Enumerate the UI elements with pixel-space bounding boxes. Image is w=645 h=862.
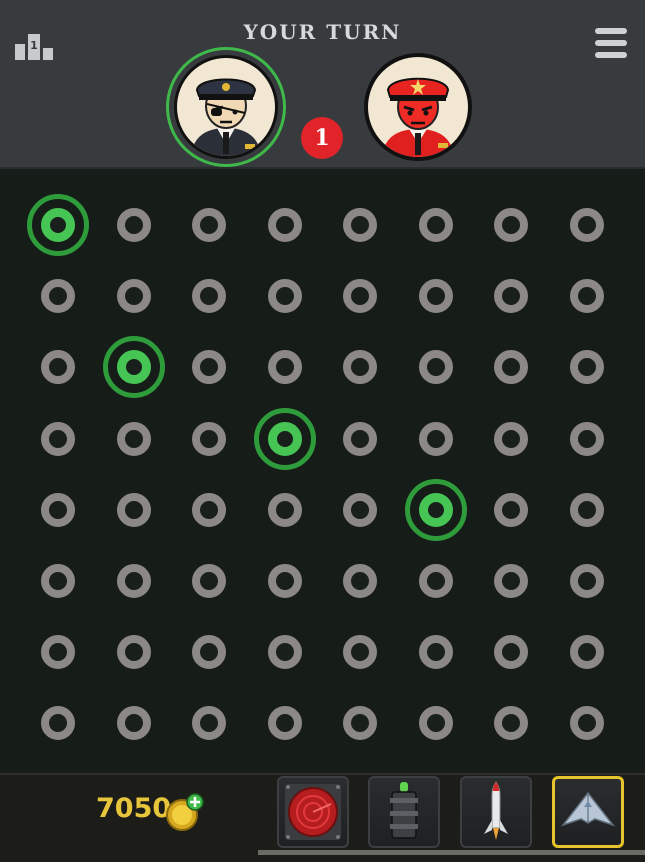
peg-hole [569,492,604,527]
stealth-jet-icon [560,791,616,827]
peg-hole [267,635,302,670]
peg-hole [343,706,377,741]
peg-hole [569,208,604,242]
peg-hole [41,492,75,527]
peg-hole [418,706,453,741]
hit-peg [116,350,151,385]
peg-hole [116,706,151,741]
hit-peg [418,492,453,527]
peg-hole [192,706,226,741]
peg-hole [569,421,604,456]
peg-hole [494,350,528,385]
peg-hole [267,208,302,242]
peg-hole [494,635,528,670]
hit-peg [267,421,302,456]
red-general-icon [382,77,454,157]
peg-hole [494,208,528,242]
hit-peg [41,208,75,242]
opponent-avatar [364,53,472,161]
peg-hole [569,279,604,314]
radar-sonar-button[interactable] [277,776,349,848]
peg-hole [116,279,151,314]
peg-hole [267,492,302,527]
peg-hole [41,564,75,598]
toolbar-scrollbar[interactable] [258,850,645,855]
navy-captain-eyepatch-icon [191,78,261,156]
peg-hole [494,492,528,527]
stealth-jet-button[interactable] [552,776,624,848]
peg-hole [116,635,151,670]
peg-hole [343,421,377,456]
missile-button[interactable] [460,776,532,848]
peg-hole [343,350,377,385]
peg-hole [116,208,151,242]
peg-hole [494,564,528,598]
peg-hole [116,564,151,598]
coin-balance: 7050 [96,793,172,824]
peg-hole [343,279,377,314]
peg-hole [192,350,226,385]
peg-hole [418,635,453,670]
peg-hole [343,635,377,670]
missile-icon [484,781,508,840]
top-bar: 1 YOUR TURN 1 [0,0,645,169]
peg-hole [569,350,604,385]
peg-hole [569,706,604,741]
peg-hole [418,350,453,385]
peg-hole [343,208,377,242]
peg-hole [267,706,302,741]
peg-hole [192,279,226,314]
peg-hole [494,706,528,741]
peg-hole [116,492,151,527]
peg-hole [343,492,377,527]
peg-hole [41,706,75,741]
gold-coin-plus-icon[interactable] [165,793,205,833]
turn-label: YOUR TURN [243,20,402,44]
peg-hole [267,279,302,314]
peg-hole [192,208,226,242]
depth-charge-button[interactable] [368,776,440,848]
peg-hole [569,635,604,670]
peg-hole [41,421,75,456]
depth-charge-icon [390,782,418,839]
peg-hole [192,635,226,670]
peg-hole [569,564,604,598]
peg-hole [192,421,226,456]
radar-sonar-icon [285,784,341,840]
peg-hole [418,208,453,242]
peg-hole [192,564,226,598]
peg-hole [41,635,75,670]
peg-hole [494,279,528,314]
hamburger-menu-icon[interactable] [593,26,629,60]
turn-count-badge: 1 [301,117,343,159]
peg-hole [41,350,75,385]
player-avatar [174,55,278,159]
peg-hole [343,564,377,598]
peg-hole [116,421,151,456]
peg-hole [494,421,528,456]
game-board [0,169,645,773]
peg-hole [418,279,453,314]
peg-hole [267,350,302,385]
peg-hole [267,564,302,598]
peg-hole [192,492,226,527]
peg-hole [41,279,75,314]
peg-hole [418,564,453,598]
peg-hole [418,421,453,456]
